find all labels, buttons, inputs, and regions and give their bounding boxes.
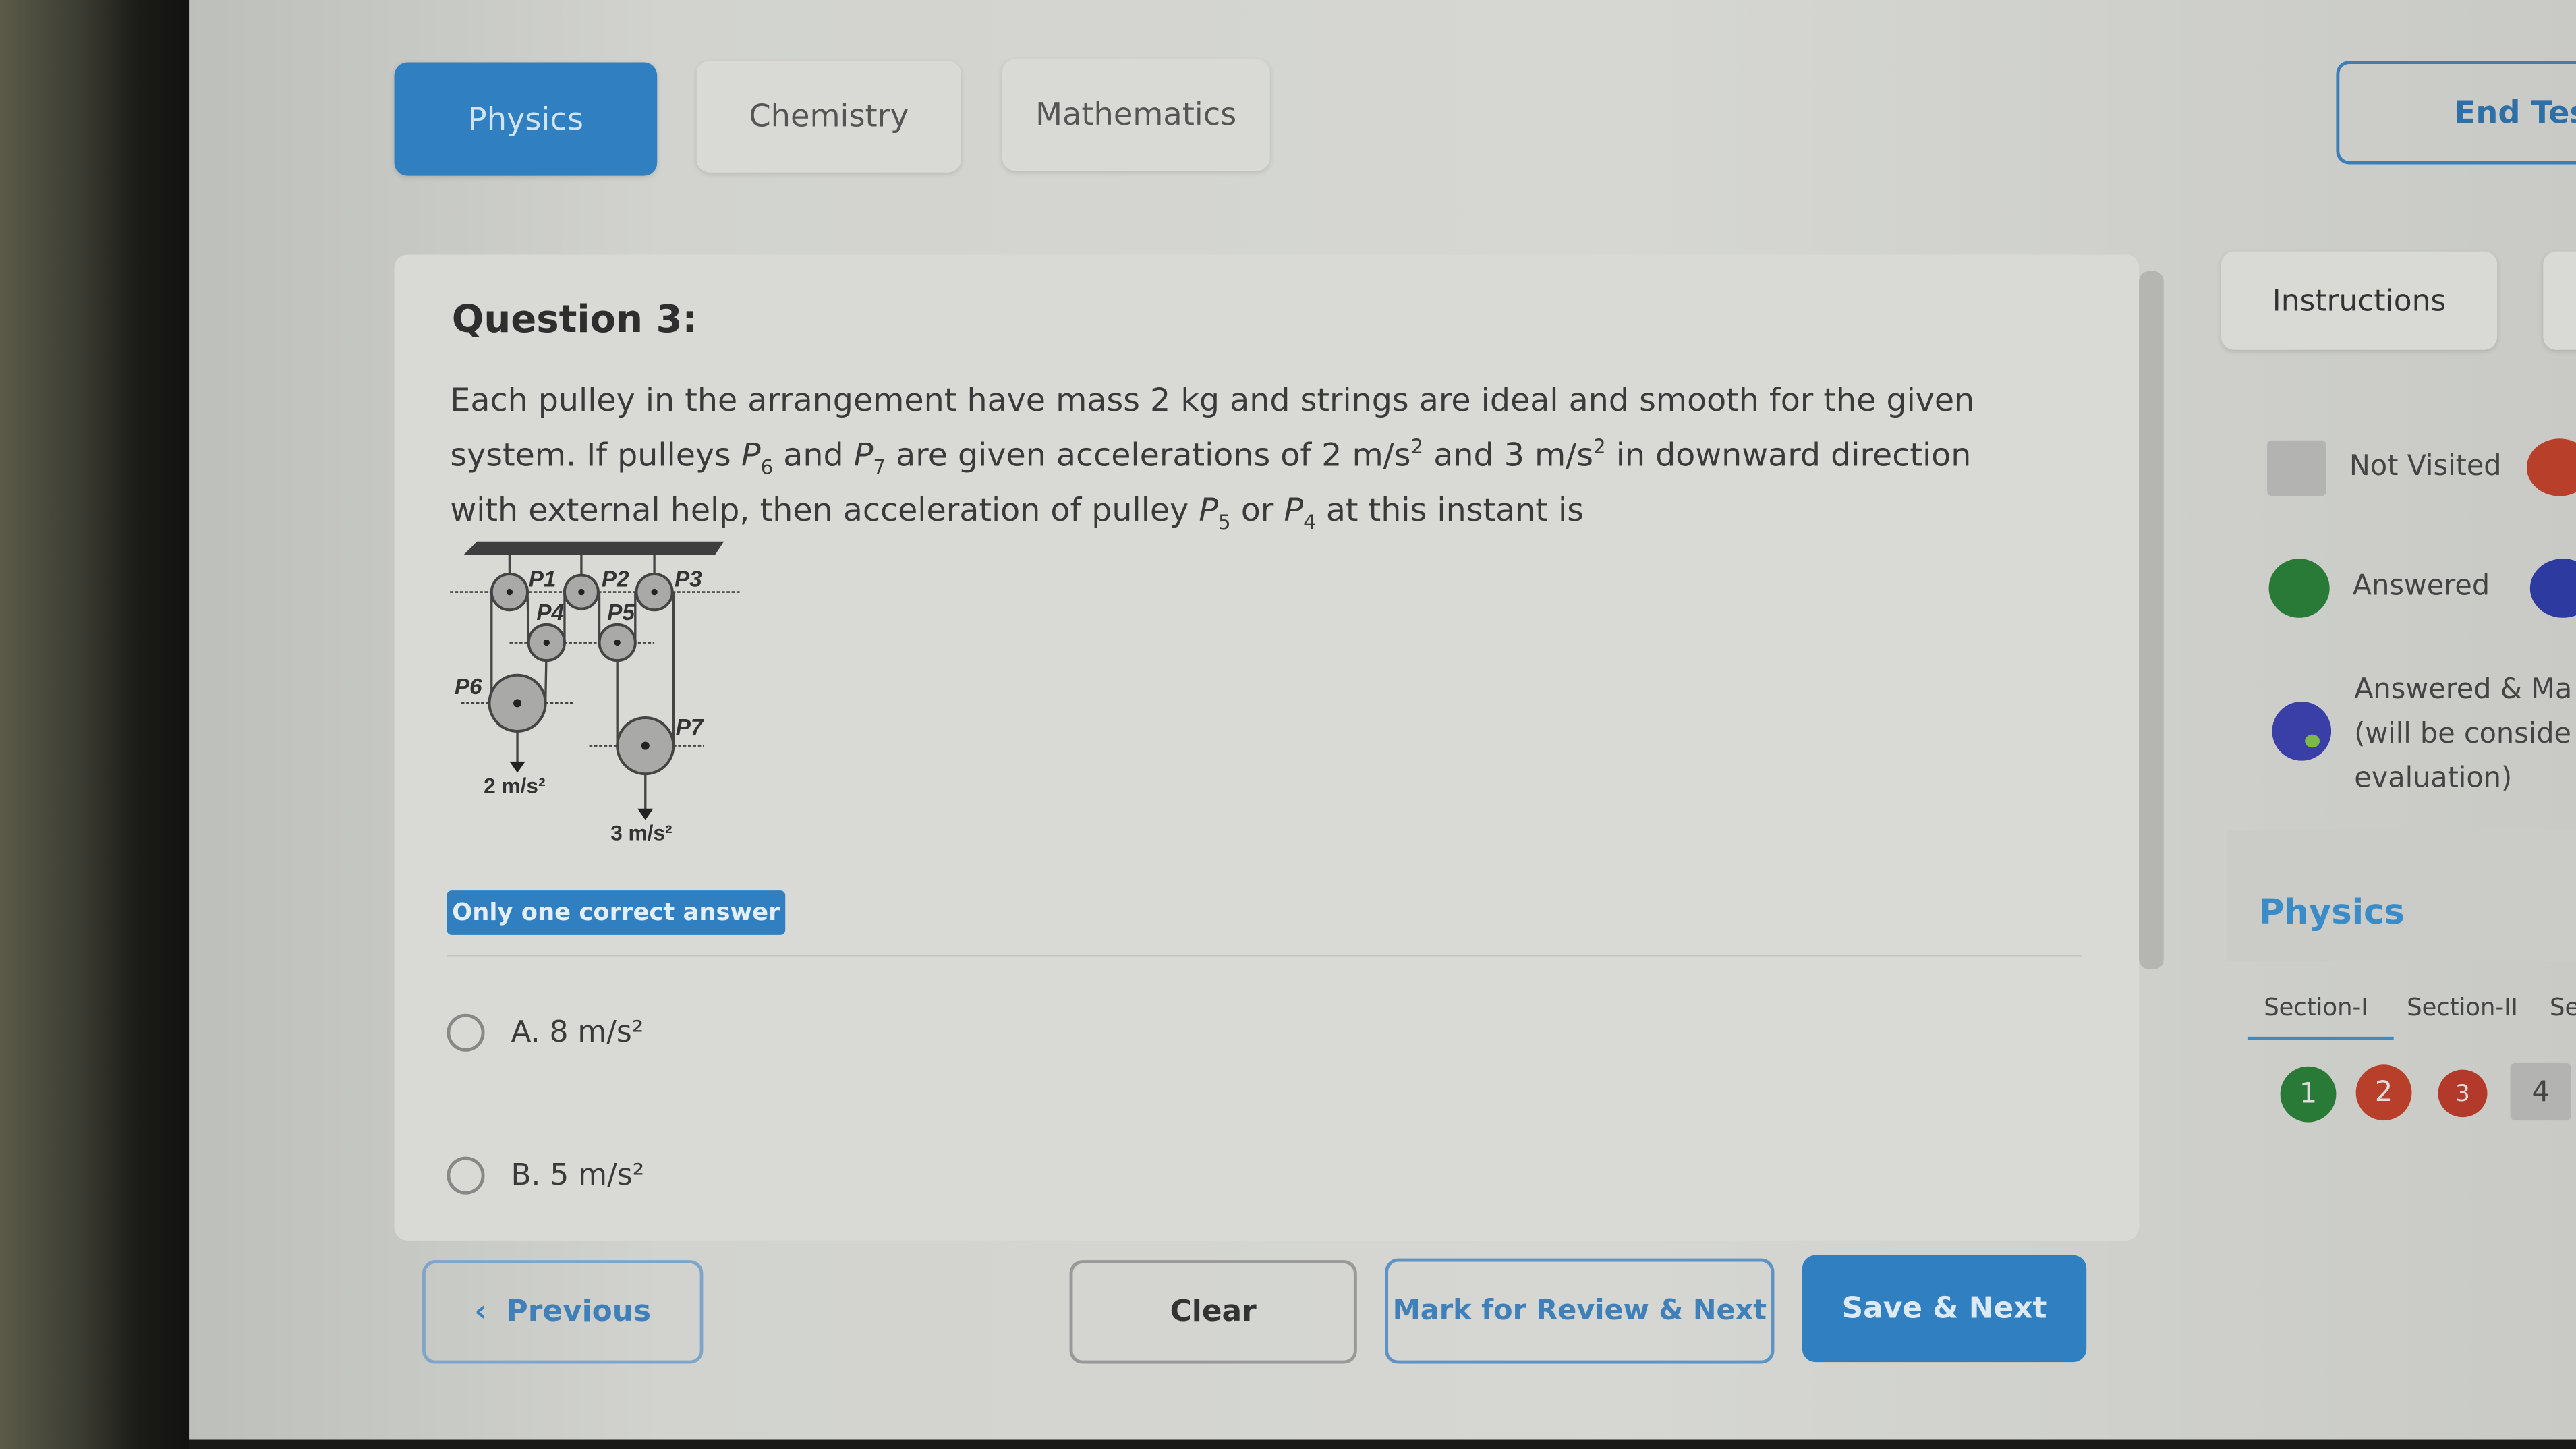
question-number-3[interactable]: 3: [2438, 1069, 2488, 1118]
pulley-diagram: P1 P2 P3 P4 P5 P6 P7 2 m/s² 3 m/s²: [450, 541, 740, 845]
option-b[interactable]: B. 5 m/s²: [447, 1156, 645, 1195]
section-tab-2[interactable]: Section-II: [2407, 996, 2518, 1022]
label-p7: P7: [676, 715, 704, 740]
tab-chemistry[interactable]: Chemistry: [696, 61, 961, 173]
legend-answered: Answered: [2352, 570, 2490, 603]
question-line-2: system. If pulleys P6 and P7 are given a…: [450, 435, 1972, 479]
save-next-button[interactable]: Save & Next: [1802, 1255, 2087, 1363]
label-p5: P5: [607, 600, 635, 625]
subject-title: Physics: [2258, 892, 2405, 932]
screen-bezel: [189, 1439, 2576, 1449]
radio-a[interactable]: [447, 1013, 485, 1052]
mark-review-next-button[interactable]: Mark for Review & Next: [1385, 1258, 1775, 1364]
label-p4: P4: [536, 600, 564, 625]
tab-label: Mathematics: [1035, 96, 1237, 134]
legend-line: Answered & Ma: [2354, 673, 2573, 707]
question-number-4[interactable]: 4: [2510, 1062, 2571, 1121]
tab-physics[interactable]: Physics: [394, 62, 658, 176]
section-tab-1[interactable]: Section-I: [2264, 996, 2368, 1022]
section-tab-underline: [2247, 1036, 2394, 1040]
clear-button[interactable]: Clear: [1069, 1260, 1357, 1364]
green-dot-icon: [2305, 734, 2320, 748]
divider: [447, 955, 2082, 957]
legend-answered-marked-swatch: [2272, 702, 2332, 761]
tab-mathematics[interactable]: Mathematics: [1002, 59, 1270, 171]
end-test-label: End Tes: [2454, 94, 2576, 131]
previous-button[interactable]: ‹ Previous: [422, 1260, 704, 1364]
tab-label: Chemistry: [749, 98, 909, 135]
radio-b[interactable]: [447, 1156, 485, 1195]
scrollbar[interactable]: [2139, 271, 2164, 970]
instructions-button[interactable]: Instructions: [2221, 251, 2498, 350]
answer-type-badge: Only one correct answer: [447, 890, 786, 935]
label-p3: P3: [675, 567, 702, 592]
legend-not-visited-swatch: [2267, 440, 2326, 496]
option-a[interactable]: A. 8 m/s²: [447, 1013, 644, 1052]
mark-label: Mark for Review & Next: [1392, 1295, 1767, 1328]
question-number-2[interactable]: 2: [2355, 1064, 2412, 1121]
background-desk: [0, 0, 198, 1449]
legend-answered-marked: Answered & Ma (will be conside evaluatio…: [2354, 669, 2572, 801]
question-line-1: Each pulley in the arrangement have mass…: [450, 381, 1975, 420]
legend-answered-swatch: [2268, 559, 2330, 618]
label-accel-p7: 3 m/s²: [610, 820, 672, 845]
instructions-label: Instructions: [2272, 283, 2446, 318]
label-p2: P2: [602, 567, 629, 592]
sidebar-button-2[interactable]: [2543, 251, 2576, 350]
question-title: Question 3:: [451, 299, 697, 342]
end-test-button[interactable]: End Tes: [2336, 61, 2576, 165]
save-label: Save & Next: [1841, 1291, 2047, 1326]
label-p6: P6: [455, 675, 482, 700]
chevron-left-icon: ‹: [474, 1295, 487, 1330]
legend-not-visited: Not Visited: [2349, 450, 2502, 484]
legend-line: evaluation): [2354, 762, 2513, 795]
option-a-label: A. 8 m/s²: [511, 1015, 644, 1050]
section-tab-3[interactable]: Se: [2550, 996, 2576, 1022]
tab-label: Physics: [467, 101, 583, 138]
question-number-1[interactable]: 1: [2280, 1066, 2337, 1123]
option-b-label: B. 5 m/s²: [511, 1158, 645, 1193]
label-p1: P1: [529, 567, 556, 592]
ceiling: [463, 541, 724, 555]
label-accel-p6: 2 m/s²: [484, 774, 545, 798]
previous-label: Previous: [506, 1295, 652, 1330]
legend-line: (will be conside: [2354, 718, 2572, 751]
clear-label: Clear: [1170, 1295, 1257, 1330]
